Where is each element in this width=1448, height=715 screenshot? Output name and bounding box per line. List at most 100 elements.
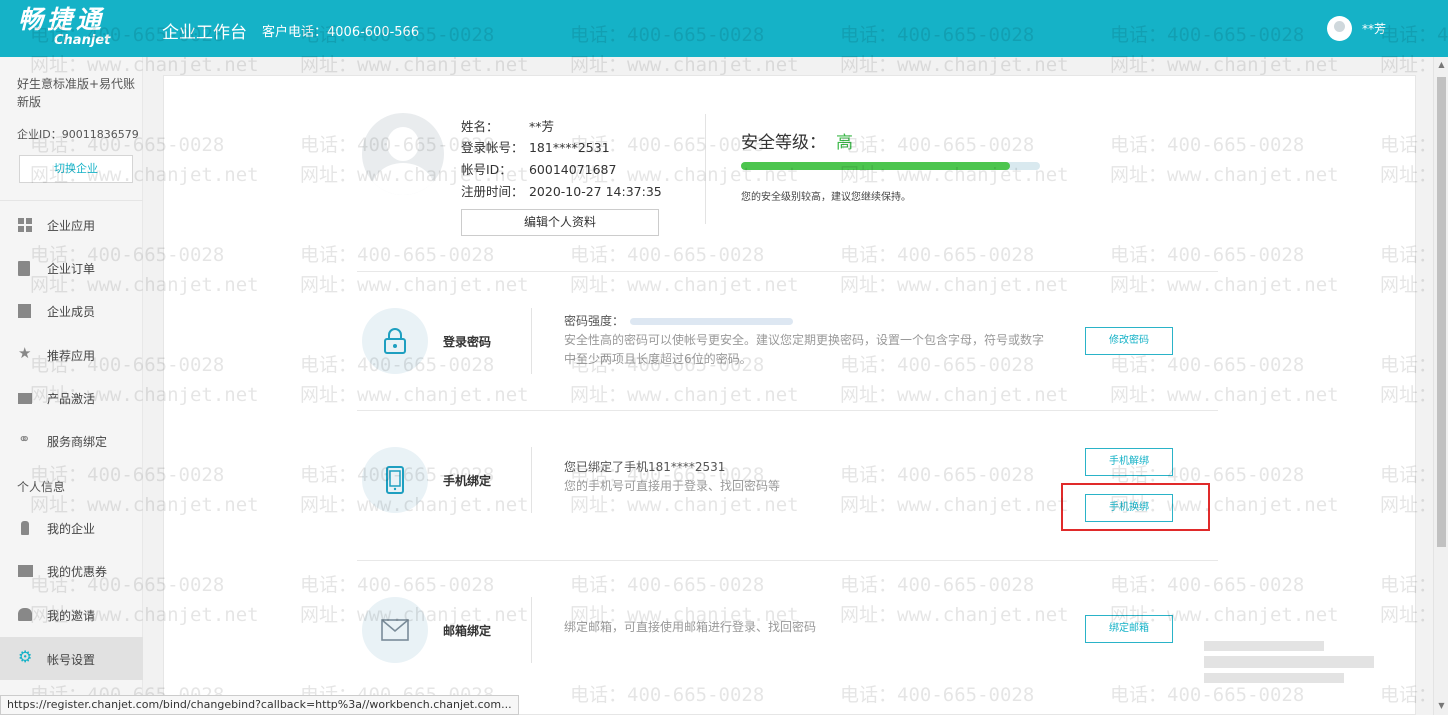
row-divider (531, 597, 532, 663)
activate-icon (18, 393, 32, 404)
profile-id: 帐号ID： 60014071687 (461, 159, 616, 178)
sidebar-item-label: 服务商绑定 (47, 435, 108, 449)
sidebar-item-orders[interactable]: 企业订单 (0, 246, 143, 289)
coupon-icon (18, 565, 33, 577)
blurred-area (1204, 673, 1344, 683)
profile-divider (705, 114, 706, 224)
sidebar-item-label: 企业订单 (47, 262, 96, 276)
security-level-fill (741, 162, 1011, 170)
avatar-body (372, 163, 434, 195)
company-id: 企业ID：90011836579 (17, 128, 139, 141)
profile-id-value: 60014071687 (528, 162, 617, 177)
password-desc-text: 安全性高的密码可以使帐号更安全。建议您定期更换密码，设置一个包含字母，符号或数字… (564, 333, 1045, 366)
profile-login: 登录帐号： 181****2531 (461, 137, 610, 156)
main-content: 姓名： **芳 登录帐号： 181****2531 帐号ID： 60014071… (143, 57, 1433, 715)
profile-reg-label: 注册时间： (461, 184, 524, 199)
building-icon (18, 304, 31, 318)
user-avatar[interactable] (1327, 16, 1352, 41)
avatar-head (387, 127, 419, 161)
sidebar-item-recommended[interactable]: ★ 推荐应用 (0, 333, 143, 376)
sidebar-item-label: 推荐应用 (47, 349, 96, 363)
profile-login-label: 登录帐号： (461, 140, 524, 155)
chanjet-logo[interactable]: 畅捷通 Chanjet (18, 6, 128, 50)
sidebar-item-members[interactable]: 企业成员 (0, 289, 143, 332)
link-icon: ⚭ (18, 430, 31, 448)
password-row-desc: 密码强度： 安全性高的密码可以使帐号更安全。建议您定期更换密码，设置一个包含字母… (564, 312, 1064, 369)
gear-icon: ⚙ (18, 647, 33, 666)
workbench-title[interactable]: 企业工作台 (162, 18, 247, 43)
sidebar-item-provider[interactable]: ⚭ 服务商绑定 (0, 419, 143, 462)
blurred-area (1204, 641, 1324, 651)
company-name: 好生意标准版+易代账新版 (17, 77, 136, 109)
person-icon (21, 521, 29, 535)
customer-phone: 客户电话：4006-600-566 (262, 25, 420, 40)
profile-id-label: 帐号ID： (461, 162, 512, 177)
mail-icon (381, 619, 409, 641)
password-strength: 密码强度： (564, 312, 1064, 331)
sidebar-item-label: 我的优惠券 (47, 565, 108, 579)
sidebar-item-apps[interactable]: 企业应用 (0, 203, 143, 246)
profile-name: 姓名： **芳 (461, 116, 554, 135)
phone-row-title: 手机绑定 (443, 474, 492, 488)
edit-profile-button[interactable]: 编辑个人资料 (461, 209, 659, 236)
password-strength-label: 密码强度： (564, 314, 625, 328)
phone-bound-text: 您已绑定了手机181****2531 (564, 460, 726, 474)
sidebar-item-label: 产品激活 (47, 392, 96, 406)
sidebar-item-label: 帐号设置 (47, 653, 96, 667)
profile-registered: 注册时间： 2020-10-27 14:37:35 (461, 181, 662, 200)
star-icon: ★ (18, 344, 32, 362)
switch-company-button[interactable]: 切换企业 (19, 155, 133, 183)
status-url: https://register.chanjet.com/bind/change… (0, 695, 519, 715)
password-row-icon (362, 308, 428, 374)
bind-email-button[interactable]: 绑定邮箱 (1085, 615, 1173, 643)
profile-name-label: 姓名： (461, 119, 499, 134)
email-row-desc: 绑定邮箱，可直接使用邮箱进行登录、找回密码 (564, 620, 817, 634)
logo-english: Chanjet (54, 33, 111, 48)
account-card: 姓名： **芳 登录帐号： 181****2531 帐号ID： 60014071… (163, 75, 1416, 715)
blurred-area (1204, 656, 1374, 668)
sidebar-item-my-company[interactable]: 我的企业 (0, 506, 143, 549)
sidebar-item-label: 我的企业 (47, 522, 96, 536)
scroll-down-icon[interactable]: ▼ (1437, 701, 1446, 710)
profile-avatar (362, 113, 444, 195)
password-strength-bar (630, 318, 794, 325)
sidebar-item-label: 企业成员 (47, 305, 96, 319)
security-level-bar (741, 162, 1040, 170)
scroll-up-icon[interactable]: ▲ (1437, 60, 1446, 69)
security-tip: 您的安全级别较高，建议您继续保持。 (741, 192, 911, 203)
sidebar-item-account-settings[interactable]: ⚙ 帐号设置 (0, 637, 143, 680)
password-row-title: 登录密码 (443, 335, 492, 349)
security-level: 安全等级： 高 (741, 128, 853, 153)
unbind-phone-button[interactable]: 手机解绑 (1085, 448, 1173, 476)
page-scrollbar[interactable]: ▲ ▼ (1433, 57, 1448, 715)
order-icon (18, 261, 30, 276)
phone-icon (386, 466, 404, 494)
change-password-button[interactable]: 修改密码 (1085, 327, 1173, 355)
sidebar-item-coupons[interactable]: 我的优惠券 (0, 549, 143, 592)
section-divider (357, 271, 1218, 272)
lock-icon (384, 328, 406, 354)
sidebar-divider (0, 200, 143, 201)
sidebar-item-label: 企业应用 (47, 219, 96, 233)
sidebar-item-label: 我的邀请 (47, 609, 96, 623)
row-divider (531, 447, 532, 513)
phone-row-desc: 您已绑定了手机181****2531 您的手机号可直接用于登录、找回密码等 (564, 458, 780, 496)
highlight-box (1061, 483, 1210, 531)
sidebar-item-activate[interactable]: 产品激活 (0, 376, 143, 419)
phone-desc-text: 您的手机号可直接用于登录、找回密码等 (564, 479, 781, 493)
profile-reg-value: 2020-10-27 14:37:35 (528, 184, 662, 199)
phone-row-icon (362, 447, 428, 513)
logo-chinese: 畅捷通 (18, 5, 106, 34)
section-divider (357, 410, 1218, 411)
row-divider (531, 308, 532, 374)
security-level-label: 安全等级： (741, 133, 826, 153)
sidebar: 好生意标准版+易代账新版 企业ID：90011836579 切换企业 企业应用 … (0, 57, 143, 715)
invite-icon (18, 608, 32, 621)
user-name[interactable]: **芳 (1362, 20, 1386, 37)
sidebar-item-invites[interactable]: 我的邀请 (0, 593, 143, 636)
scroll-thumb[interactable] (1437, 77, 1446, 547)
profile-login-value: 181****2531 (528, 140, 610, 155)
section-divider (357, 560, 1218, 561)
email-row-title: 邮箱绑定 (443, 624, 492, 638)
security-level-value: 高 (836, 133, 853, 153)
